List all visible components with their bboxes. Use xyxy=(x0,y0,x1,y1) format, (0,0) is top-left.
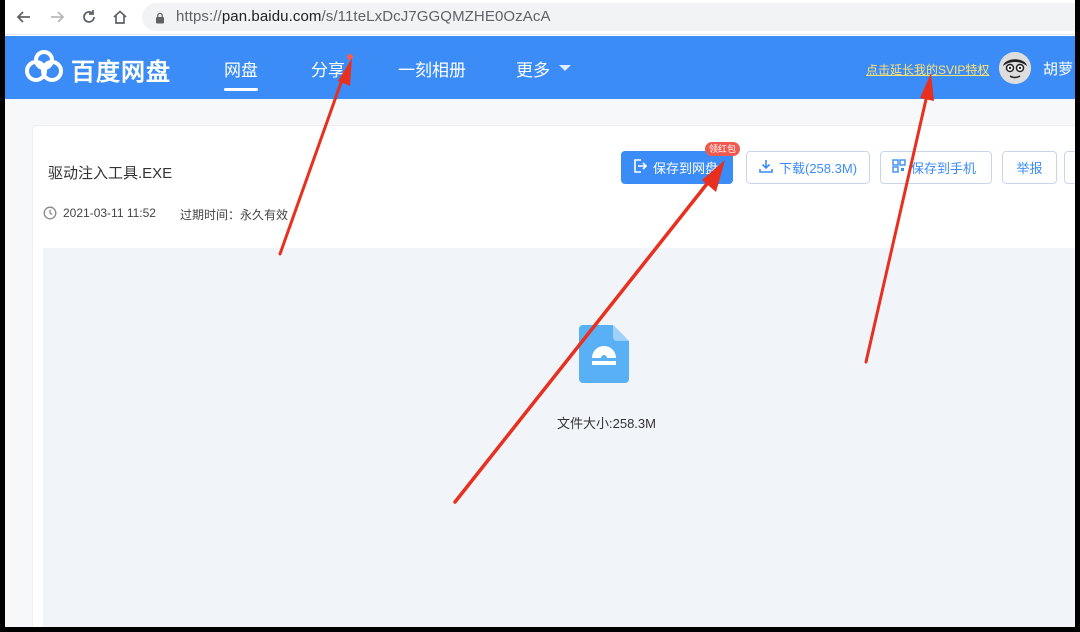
app-header: 百度网盘 网盘 分享 一刻相册 更多 点击延长我的SVIP特权 胡萝 xyxy=(5,36,1075,99)
download-icon xyxy=(758,158,774,177)
report-button[interactable]: 举报 xyxy=(1002,151,1057,184)
report-button-label: 举报 xyxy=(1016,161,1043,176)
save-to-phone-label: 保存到手机 xyxy=(911,161,977,176)
clock-icon xyxy=(43,206,57,220)
share-time: 2021-03-11 11:52 xyxy=(63,206,156,220)
svip-extend-link[interactable]: 点击延长我的SVIP特权 xyxy=(866,61,989,78)
nav-tab-share[interactable]: 分享 xyxy=(311,56,345,81)
lock-icon xyxy=(154,11,166,24)
save-icon xyxy=(632,158,648,177)
share-notification-dot xyxy=(347,54,353,60)
cloud-logo-icon xyxy=(23,50,65,89)
exe-file-icon xyxy=(579,325,629,383)
file-title: 驱动注入工具.EXE xyxy=(48,165,173,182)
home-icon[interactable] xyxy=(109,6,131,28)
browser-toolbar: https://pan.baidu.com/s/11teLxDcJ7GGQMZH… xyxy=(5,0,1075,35)
reload-icon[interactable] xyxy=(78,6,100,28)
save-button-label: 保存到网盘 xyxy=(653,161,719,176)
username[interactable]: 胡萝 xyxy=(1043,58,1073,79)
screenshot-frame: https://pan.baidu.com/s/11teLxDcJ7GGQMZH… xyxy=(5,0,1075,627)
qrcode-icon xyxy=(892,159,906,176)
red-packet-badge: 领红包 xyxy=(705,142,741,156)
url-text: https://pan.baidu.com/s/11teLxDcJ7GGQMZH… xyxy=(176,8,551,25)
file-preview-area xyxy=(43,248,1075,627)
chevron-down-icon[interactable] xyxy=(559,65,571,71)
expire-time: 过期时间：永久有效 xyxy=(180,208,289,222)
nav-tab-more[interactable]: 更多 xyxy=(516,56,550,81)
arrow-right-icon[interactable] xyxy=(46,6,68,28)
download-button[interactable]: 下载(258.3M) xyxy=(746,151,870,184)
nav-tab-netdisk[interactable]: 网盘 xyxy=(224,56,258,91)
logo[interactable]: 百度网盘 xyxy=(23,50,171,89)
nav-tab-album[interactable]: 一刻相册 xyxy=(398,56,466,81)
more-actions-button[interactable] xyxy=(1064,151,1075,184)
download-button-label: 下载(258.3M) xyxy=(779,161,858,176)
avatar[interactable] xyxy=(999,52,1031,84)
file-size-label: 文件大小:258.3M xyxy=(557,416,656,431)
save-to-phone-button[interactable]: 保存到手机 xyxy=(880,151,992,184)
arrow-left-icon[interactable] xyxy=(13,6,35,28)
address-bar[interactable]: https://pan.baidu.com/s/11teLxDcJ7GGQMZH… xyxy=(142,3,1075,31)
logo-text: 百度网盘 xyxy=(71,59,171,86)
